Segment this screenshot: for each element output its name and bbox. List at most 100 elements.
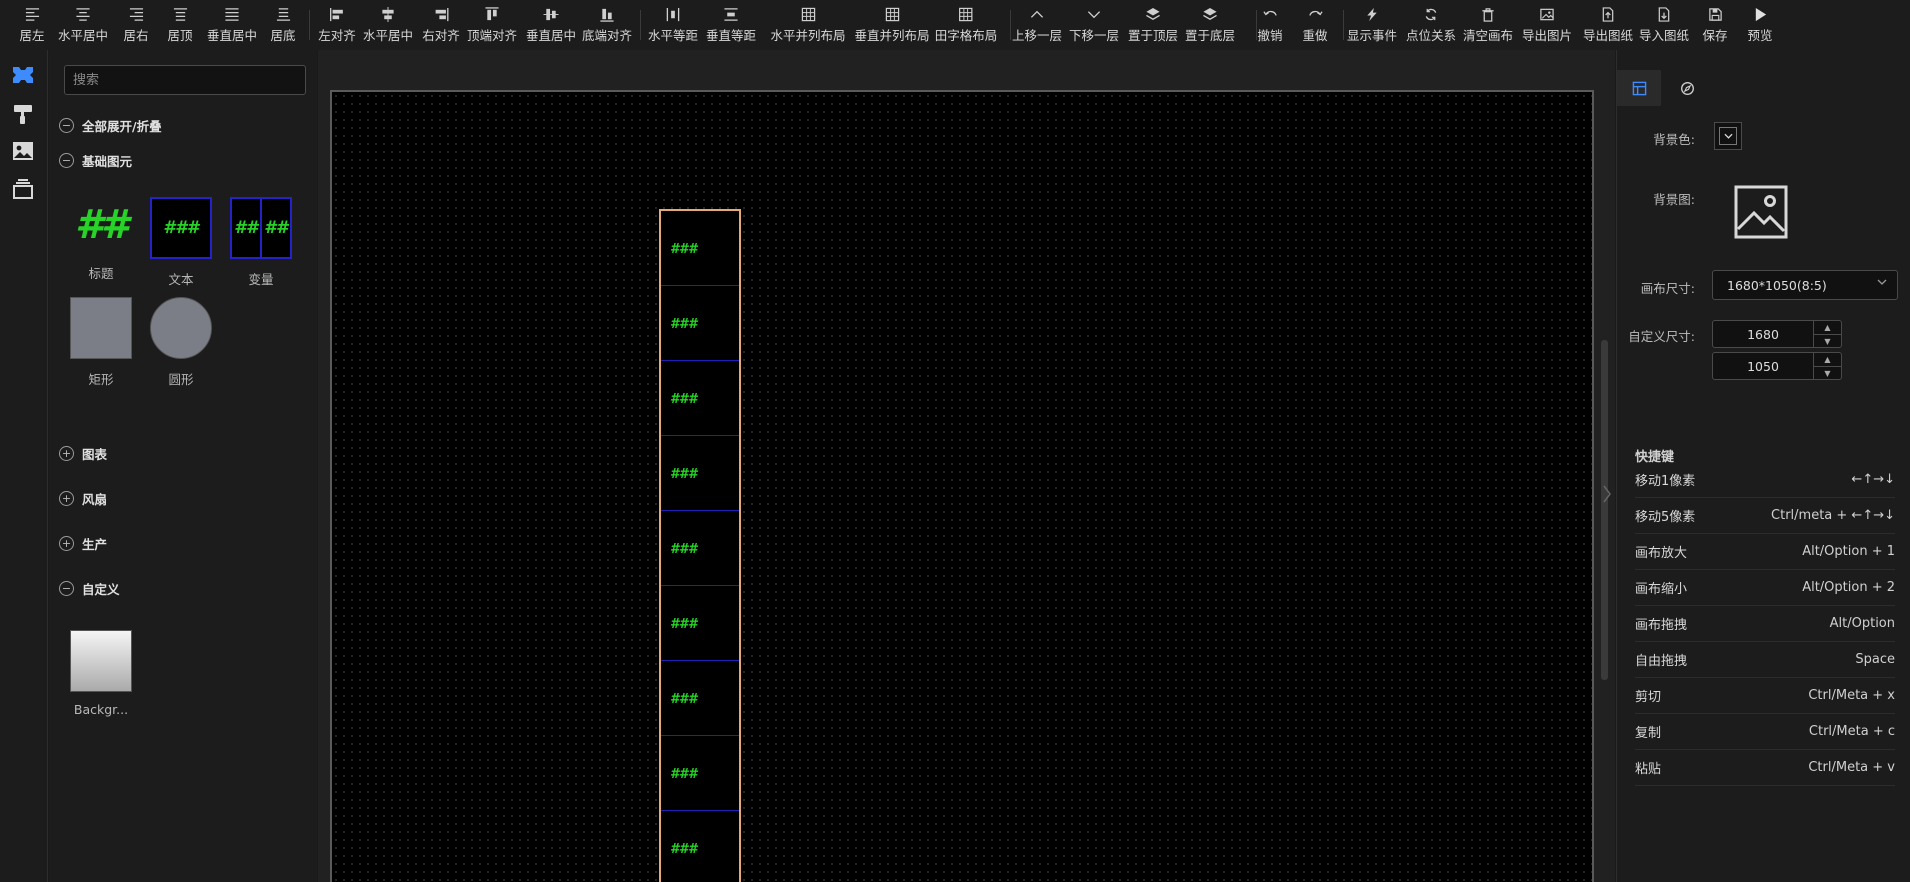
height-input[interactable] xyxy=(1713,353,1813,379)
text-cell[interactable]: ### xyxy=(661,511,739,586)
bg-color-picker[interactable] xyxy=(1714,122,1742,150)
shortcut-action: 剪切 xyxy=(1635,690,1662,705)
image-icon xyxy=(1540,8,1554,20)
text-cell[interactable]: ### xyxy=(661,661,739,736)
rail-components[interactable] xyxy=(10,62,36,88)
align-right-label: 居右 xyxy=(123,28,149,43)
v-center-align-button[interactable]: 垂直居中 xyxy=(526,0,576,50)
export-image-button[interactable]: 导出图片 xyxy=(1522,0,1572,50)
send-bottom-button[interactable]: 置于底层 xyxy=(1185,0,1235,50)
group-custom[interactable]: − 自定义 xyxy=(59,579,120,598)
search-input[interactable] xyxy=(64,65,306,95)
top-align-button[interactable]: 顶端对齐 xyxy=(467,0,517,50)
canvas-size-value: 1680*1050(8:5) xyxy=(1727,277,1827,293)
drawing-canvas[interactable]: ### ### ### ### ### ### ### ### ### xyxy=(330,90,1594,882)
shortcut-action: 自由拖拽 xyxy=(1635,654,1688,669)
component-variable[interactable]: ## ## 变量 xyxy=(229,197,293,287)
text-cell[interactable]: ### xyxy=(661,211,739,286)
height-decrement[interactable]: ▼ xyxy=(1814,366,1841,379)
rail-styles[interactable] xyxy=(10,101,36,127)
tab-global-settings[interactable] xyxy=(1665,70,1709,106)
tian-layout-label: 田字格布局 xyxy=(934,28,998,43)
cell-text: ### xyxy=(670,242,698,257)
align-bottom-label: 居底 xyxy=(270,28,296,43)
redo-button[interactable]: 重做 xyxy=(1302,0,1328,50)
text-cell[interactable]: ### xyxy=(661,361,739,436)
play-icon xyxy=(1755,7,1766,21)
center-vertical-button[interactable]: 垂直居中 xyxy=(207,0,257,50)
vertical-scrollbar[interactable] xyxy=(1601,340,1608,680)
align-left-button[interactable]: 居左 xyxy=(19,0,45,50)
group-charts[interactable]: + 图表 xyxy=(59,444,107,463)
text-cell[interactable]: ### xyxy=(661,436,739,511)
import-drawing-button[interactable]: 导入图纸 xyxy=(1639,0,1689,50)
left-align-button[interactable]: 左对齐 xyxy=(318,0,356,50)
clear-canvas-button[interactable]: 清空画布 xyxy=(1463,0,1513,50)
selected-element[interactable]: ### ### ### ### ### ### ### ### ### xyxy=(659,209,741,882)
bottom-align-button[interactable]: 底端对齐 xyxy=(582,0,632,50)
v-layout-button[interactable]: 垂直并列布局 xyxy=(854,0,930,50)
plus-circle-icon: + xyxy=(59,536,74,551)
align-top-button[interactable]: 居顶 xyxy=(167,0,193,50)
toolbar-separator xyxy=(1256,10,1257,40)
h-center-align-button[interactable]: 水平居中 xyxy=(363,0,413,50)
component-circle[interactable]: 圆形 xyxy=(149,297,213,387)
cell-text: ### xyxy=(670,317,698,332)
component-title[interactable]: ## 标题 xyxy=(69,197,133,282)
width-decrement[interactable]: ▼ xyxy=(1814,334,1841,347)
text-cell[interactable]: ### xyxy=(661,586,739,661)
bottom-align-icon xyxy=(600,8,614,22)
expand-all-toggle[interactable]: − 全部展开/折叠 xyxy=(59,116,162,135)
h-layout-button[interactable]: 水平并列布局 xyxy=(770,0,846,50)
v-layout-label: 垂直并列布局 xyxy=(854,28,930,43)
v-center-align-label: 垂直居中 xyxy=(525,28,577,43)
expand-all-label: 全部展开/折叠 xyxy=(82,119,162,134)
bring-top-button[interactable]: 置于顶层 xyxy=(1128,0,1178,50)
text-cell[interactable]: ### xyxy=(661,286,739,361)
center-horizontal-button[interactable]: 水平居中 xyxy=(58,0,108,50)
tian-layout-button[interactable]: 田字格布局 xyxy=(934,0,998,50)
move-down-button[interactable]: 下移一层 xyxy=(1069,0,1119,50)
rail-layers[interactable] xyxy=(10,176,36,202)
width-stepper[interactable]: ▲ ▼ xyxy=(1712,320,1842,348)
circle-preview xyxy=(150,297,212,359)
minus-circle-icon: − xyxy=(59,581,74,596)
point-relation-button[interactable]: 点位关系 xyxy=(1406,0,1456,50)
component-rect[interactable]: 矩形 xyxy=(69,297,133,387)
width-increment[interactable]: ▲ xyxy=(1814,321,1841,334)
grid-icon xyxy=(885,7,899,21)
show-events-button[interactable]: 显示事件 xyxy=(1347,0,1397,50)
undo-icon xyxy=(1262,10,1277,16)
component-text[interactable]: ### 文本 xyxy=(149,197,213,287)
export-drawing-button[interactable]: 导出图纸 xyxy=(1583,0,1633,50)
align-right-button[interactable]: 居右 xyxy=(123,0,149,50)
component-background[interactable]: Backgr... xyxy=(69,630,133,717)
group-fans[interactable]: + 风扇 xyxy=(59,489,107,508)
image-placeholder-icon[interactable] xyxy=(1732,183,1790,241)
bg-image-label: 背景图: xyxy=(1653,192,1695,207)
undo-button[interactable]: 撤销 xyxy=(1257,0,1283,50)
height-stepper[interactable]: ▲ ▼ xyxy=(1712,352,1842,380)
group-basic[interactable]: − 基础图元 xyxy=(59,151,132,170)
tab-page-settings[interactable] xyxy=(1617,70,1661,106)
rail-images[interactable] xyxy=(10,138,36,164)
shortcut-action: 粘贴 xyxy=(1635,762,1662,777)
group-basic-label: 基础图元 xyxy=(82,154,133,169)
collapse-panel-button[interactable] xyxy=(1599,480,1615,508)
height-increment[interactable]: ▲ xyxy=(1814,353,1841,366)
preview-button[interactable]: 预览 xyxy=(1747,0,1773,50)
save-label: 保存 xyxy=(1702,28,1728,43)
shortcut-keys: Space xyxy=(1855,652,1895,667)
h-distribute-button[interactable]: 水平等距 xyxy=(648,0,698,50)
save-button[interactable]: 保存 xyxy=(1702,0,1728,50)
align-bottom-button[interactable]: 居底 xyxy=(270,0,296,50)
text-cell[interactable]: ### xyxy=(661,811,739,882)
group-production[interactable]: + 生产 xyxy=(59,534,107,553)
right-align-button[interactable]: 右对齐 xyxy=(422,0,460,50)
shortcut-keys: Ctrl/Meta + x xyxy=(1808,688,1895,703)
canvas-size-select[interactable]: 1680*1050(8:5) xyxy=(1712,270,1898,300)
text-cell[interactable]: ### xyxy=(661,736,739,811)
width-input[interactable] xyxy=(1713,321,1813,347)
move-up-button[interactable]: 上移一层 xyxy=(1012,0,1062,50)
v-distribute-button[interactable]: 垂直等距 xyxy=(706,0,756,50)
